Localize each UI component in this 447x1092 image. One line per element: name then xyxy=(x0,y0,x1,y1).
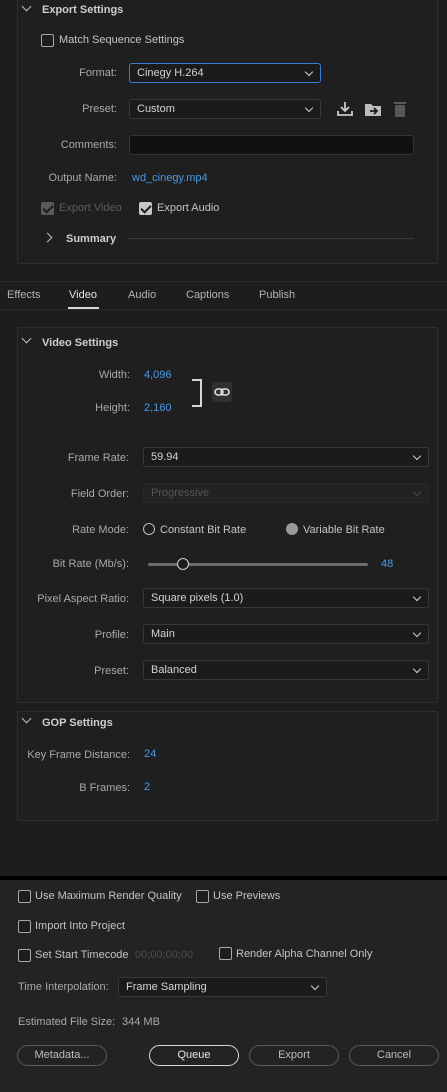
preset-value: Custom xyxy=(137,103,175,115)
chevron-down-icon xyxy=(412,592,422,602)
dimension-link-bracket xyxy=(192,379,202,407)
set-start-timecode-label: Set Start Timecode xyxy=(35,949,129,961)
tab-captions[interactable]: Captions xyxy=(186,289,229,301)
comments-label: Comments: xyxy=(60,139,117,151)
tabs-top-divider xyxy=(0,281,447,282)
output-name-link[interactable]: wd_cinegy.mp4 xyxy=(132,172,208,184)
key-frame-distance-value[interactable]: 24 xyxy=(144,748,156,760)
tabs-bottom-divider xyxy=(0,309,447,310)
rate-mode-label: Rate Mode: xyxy=(72,524,129,536)
bit-rate-value[interactable]: 48 xyxy=(381,558,393,570)
tab-effects[interactable]: Effects xyxy=(7,289,40,301)
set-start-timecode-checkbox[interactable] xyxy=(18,949,31,962)
chevron-down-icon xyxy=(310,981,320,991)
field-order-select: Progressive xyxy=(143,483,429,503)
format-select[interactable]: Cinegy H.264 xyxy=(129,63,321,83)
bit-rate-label: Bit Rate (Mb/s): xyxy=(52,558,129,570)
b-frames-label: B Frames: xyxy=(79,782,130,794)
pixel-aspect-ratio-value: Square pixels (1.0) xyxy=(151,592,244,604)
link-icon xyxy=(214,388,230,396)
use-previews-label: Use Previews xyxy=(213,890,281,902)
width-label: Width: xyxy=(98,369,130,381)
chevron-down-icon xyxy=(412,487,422,497)
export-audio-checkbox[interactable] xyxy=(139,202,152,215)
import-into-project-checkbox[interactable] xyxy=(18,920,31,933)
summary-title[interactable]: Summary xyxy=(66,233,116,245)
preset-label: Preset: xyxy=(82,103,117,115)
constant-bit-rate-radio[interactable] xyxy=(143,523,155,535)
max-render-quality-checkbox[interactable] xyxy=(18,890,31,903)
b-frames-value[interactable]: 2 xyxy=(144,781,150,793)
chevron-down-icon xyxy=(412,628,422,638)
pixel-aspect-ratio-select[interactable]: Square pixels (1.0) xyxy=(143,588,429,608)
render-alpha-label: Render Alpha Channel Only xyxy=(236,948,373,960)
cancel-button[interactable]: Cancel xyxy=(349,1045,439,1066)
max-render-quality-label: Use Maximum Render Quality xyxy=(35,890,182,902)
profile-select[interactable]: Main xyxy=(143,624,429,644)
video-preset-select[interactable]: Balanced xyxy=(143,660,429,680)
height-label: Height: xyxy=(95,402,130,414)
import-into-project-label: Import Into Project xyxy=(35,920,125,932)
estimated-file-size-label: Estimated File Size: xyxy=(18,1016,116,1028)
bit-rate-slider[interactable] xyxy=(148,558,368,570)
constant-bit-rate-label: Constant Bit Rate xyxy=(160,524,247,536)
export-video-checkbox xyxy=(41,202,54,215)
key-frame-distance-label: Key Frame Distance: xyxy=(27,749,130,761)
format-value: Cinegy H.264 xyxy=(137,67,204,79)
metadata-button[interactable]: Metadata... xyxy=(17,1045,107,1066)
chevron-down-icon xyxy=(412,451,422,461)
frame-rate-label: Frame Rate: xyxy=(67,452,129,464)
match-sequence-label: Match Sequence Settings xyxy=(59,34,185,46)
summary-divider xyxy=(127,238,414,239)
export-button[interactable]: Export xyxy=(249,1045,339,1066)
height-value[interactable]: 2,160 xyxy=(144,402,172,414)
frame-rate-value: 59.94 xyxy=(151,451,179,463)
video-preset-value: Balanced xyxy=(151,664,197,676)
constrain-proportions-button[interactable] xyxy=(212,382,232,402)
export-audio-label: Export Audio xyxy=(157,202,220,214)
tab-publish[interactable]: Publish xyxy=(259,289,295,301)
variable-bit-rate-label: Variable Bit Rate xyxy=(303,524,385,536)
save-preset-icon[interactable] xyxy=(336,100,354,118)
comments-input[interactable] xyxy=(129,135,414,155)
field-order-value: Progressive xyxy=(151,487,210,499)
preset-select[interactable]: Custom xyxy=(129,99,321,119)
chevron-down-icon xyxy=(304,103,314,113)
render-alpha-checkbox[interactable] xyxy=(219,947,232,960)
delete-preset-icon[interactable] xyxy=(392,100,408,118)
variable-bit-rate-radio[interactable] xyxy=(286,523,298,535)
output-name-label: Output Name: xyxy=(48,172,117,184)
width-value[interactable]: 4,096 xyxy=(144,369,172,381)
start-timecode-value: 00;00;00;00 xyxy=(135,949,194,961)
field-order-label: Field Order: xyxy=(70,488,129,500)
export-video-label: Export Video xyxy=(59,202,122,214)
chevron-down-icon xyxy=(412,664,422,674)
time-interpolation-value: Frame Sampling xyxy=(126,981,207,993)
use-previews-checkbox[interactable] xyxy=(196,890,209,903)
chevron-down-icon xyxy=(304,67,314,77)
tab-audio[interactable]: Audio xyxy=(128,289,156,301)
time-interpolation-select[interactable]: Frame Sampling xyxy=(118,977,327,997)
pixel-aspect-ratio-label: Pixel Aspect Ratio: xyxy=(37,593,129,605)
match-sequence-checkbox[interactable] xyxy=(41,34,54,47)
tab-video[interactable]: Video xyxy=(69,289,97,301)
gop-settings-title: GOP Settings xyxy=(42,717,113,729)
import-preset-icon[interactable] xyxy=(363,100,383,118)
export-settings-title: Export Settings xyxy=(42,4,124,16)
frame-rate-select[interactable]: 59.94 xyxy=(143,447,429,467)
profile-value: Main xyxy=(151,628,175,640)
profile-label: Profile: xyxy=(94,629,129,641)
video-settings-title: Video Settings xyxy=(42,337,119,349)
queue-button[interactable]: Queue xyxy=(149,1045,239,1066)
video-preset-label: Preset: xyxy=(94,665,129,677)
estimated-file-size-value: 344 MB xyxy=(122,1016,160,1028)
time-interpolation-label: Time Interpolation: xyxy=(18,981,109,993)
format-label: Format: xyxy=(79,67,117,79)
